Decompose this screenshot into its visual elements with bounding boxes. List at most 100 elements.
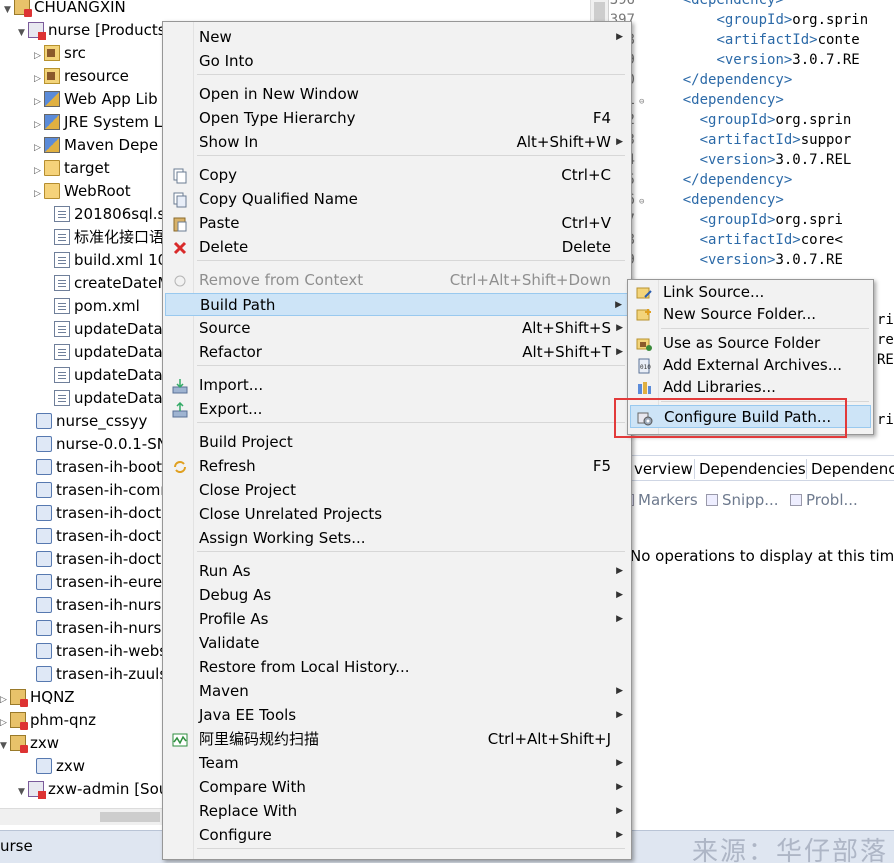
xml-line[interactable]: 397 <groupId>org.sprin	[609, 10, 868, 30]
submenu-item-use-as-source-folder[interactable]: Use as Source Folder	[630, 332, 871, 355]
expanded-arrow-icon[interactable]: ▼	[4, 0, 14, 22]
menu-item-profile-as[interactable]: Profile As ▶	[165, 608, 629, 631]
tree-item[interactable]: trasen-ih-nurse	[26, 617, 171, 640]
menu-item-team[interactable]: Team ▶	[165, 752, 629, 775]
tree-item[interactable]: updateDataB	[44, 341, 173, 364]
view-tab[interactable]: Snipp...	[706, 491, 779, 509]
view-tab[interactable]: Markers	[622, 491, 698, 509]
tree-item[interactable]: zxw	[26, 755, 85, 778]
menu-item-compare-with[interactable]: Compare With ▶	[165, 776, 629, 799]
xml-line[interactable]: 399 <version>3.0.7.RE	[609, 50, 860, 70]
menu-item-go-into[interactable]: Go Into	[165, 50, 629, 73]
tree-item[interactable]: updateDataA	[44, 318, 173, 341]
menu-item-open-in-new-window[interactable]: Open in New Window	[165, 83, 629, 106]
tree-item[interactable]: ▷ JRE System L	[34, 111, 162, 134]
tree-item[interactable]: ▷ phm-qnz	[0, 709, 96, 732]
menu-item-copy[interactable]: Copy Ctrl+C	[165, 164, 629, 187]
xml-line[interactable]: 407 <groupId>org.spri	[609, 210, 843, 230]
tree-item[interactable]: ▼ nurse [Products	[18, 19, 166, 42]
collapsed-arrow-icon[interactable]: ▷	[34, 183, 44, 206]
xml-line[interactable]: 406⊖ <dependency>	[609, 190, 784, 210]
fold-toggle-icon[interactable]: ⊖	[639, 192, 649, 212]
tree-item[interactable]: ▼ CHUANGXIN	[4, 0, 126, 19]
tree-item[interactable]: ▷ WebRoot	[34, 180, 131, 203]
tree-item[interactable]: createDateM	[44, 272, 170, 295]
xml-line[interactable]: 408 <artifactId>core<	[609, 230, 843, 250]
menu-item-replace-with[interactable]: Replace With ▶	[165, 800, 629, 823]
menu-item-paste[interactable]: Paste Ctrl+V	[165, 212, 629, 235]
view-tab[interactable]: Probl...	[790, 491, 858, 509]
submenu-item-add-external-archives[interactable]: 010 Add External Archives...	[630, 354, 871, 377]
menu-item-restore-from-local-history[interactable]: Restore from Local History...	[165, 656, 629, 679]
submenu-item-link-source[interactable]: Link Source...	[630, 281, 871, 304]
menu-item-run-as[interactable]: Run As ▶	[165, 560, 629, 583]
tree-item[interactable]: 201806sql.sq	[44, 203, 175, 226]
menu-item-build-project[interactable]: Build Project	[165, 431, 629, 454]
tree-item[interactable]: ▷ resource	[34, 65, 129, 88]
menu-item-import[interactable]: Import...	[165, 374, 629, 397]
tree-item[interactable]: build.xml 10	[44, 249, 167, 272]
menu-item-assign-working-sets[interactable]: Assign Working Sets...	[165, 527, 629, 550]
xml-line[interactable]: 400 </dependency>	[609, 70, 793, 90]
menu-item-alibaba-coding-scan[interactable]: 阿里编码规约扫描 Ctrl+Alt+Shift+J	[165, 728, 629, 751]
menu-item-configure[interactable]: Configure ▶	[165, 824, 629, 847]
expanded-arrow-icon[interactable]: ▼	[18, 22, 28, 45]
menu-item-refactor[interactable]: Refactor Alt+Shift+T ▶	[165, 341, 629, 364]
menu-item-debug-as[interactable]: Debug As ▶	[165, 584, 629, 607]
tree-item[interactable]: ▷ Maven Depe	[34, 134, 158, 157]
menu-item-close-unrelated-projects[interactable]: Close Unrelated Projects	[165, 503, 629, 526]
tree-item[interactable]: nurse-0.0.1-SN	[26, 433, 168, 456]
scrollbar-thumb[interactable]	[100, 812, 160, 822]
fold-toggle-icon[interactable]: ⊖	[639, 92, 649, 112]
expanded-arrow-icon[interactable]: ▼	[18, 781, 28, 804]
menu-item-source[interactable]: Source Alt+Shift+S ▶	[165, 317, 629, 340]
tree-item[interactable]: trasen-ih-zuulse	[26, 663, 176, 686]
menu-item-open-type-hierarchy[interactable]: Open Type Hierarchy F4	[165, 107, 629, 130]
tree-item[interactable]: trasen-ih-nurse	[26, 594, 171, 617]
xml-line[interactable]: 409 <version>3.0.7.RE	[609, 250, 843, 270]
tree-item[interactable]: 标准化接口语	[44, 226, 164, 249]
tree-item[interactable]: ▼ zxw	[0, 732, 59, 755]
tree-item[interactable]: ▼ zxw-admin [Sou	[18, 778, 168, 801]
menu-item-show-in[interactable]: Show In Alt+Shift+W ▶	[165, 131, 629, 154]
pom-editor-tab[interactable]: verview	[630, 459, 697, 479]
xml-line[interactable]: 398 <artifactId>conte	[609, 30, 860, 50]
expanded-arrow-icon[interactable]: ▼	[0, 735, 10, 758]
submenu-item-new-source-folder[interactable]: New Source Folder...	[630, 303, 871, 326]
tree-item[interactable]: trasen-ih-comm	[26, 479, 175, 502]
xml-line[interactable]: 401⊖ <dependency>	[609, 90, 784, 110]
xml-line[interactable]: 402 <groupId>org.sprin	[609, 110, 852, 130]
pom-editor-tab[interactable]: Dependenc	[806, 459, 894, 479]
menu-item-refresh[interactable]: Refresh F5	[165, 455, 629, 478]
tree-item[interactable]: updateDataB	[44, 387, 173, 410]
menu-item-export[interactable]: Export...	[165, 398, 629, 421]
xml-line[interactable]: 396 <dependency>	[609, 0, 784, 10]
tree-item[interactable]: trasen-ih-docto	[26, 502, 170, 525]
tree-item[interactable]: trasen-ih-docto	[26, 548, 170, 571]
menu-item-copy-qualified-name[interactable]: Copy Qualified Name	[165, 188, 629, 211]
menu-item-build-path[interactable]: Build Path ▶	[165, 293, 629, 316]
tree-item[interactable]: trasen-ih-webs	[26, 640, 167, 663]
menu-item-validate[interactable]: Validate	[165, 632, 629, 655]
tree-item[interactable]: pom.xml	[44, 295, 140, 318]
xml-line[interactable]: 404 <version>3.0.7.REL	[609, 150, 852, 170]
tree-item[interactable]: nurse_cssyy	[26, 410, 147, 433]
tree-item[interactable]: ▷ Web App Lib	[34, 88, 158, 111]
menu-item-delete[interactable]: Delete Delete	[165, 236, 629, 259]
menu-item-maven[interactable]: Maven ▶	[165, 680, 629, 703]
menu-item-close-project[interactable]: Close Project	[165, 479, 629, 502]
xml-line[interactable]: 405 </dependency>	[609, 170, 793, 190]
menu-item-properties[interactable]: Properties Alt+Enter	[165, 857, 629, 859]
tree-item[interactable]: trasen-ih-docto	[26, 525, 170, 548]
submenu-item-add-libraries[interactable]: Add Libraries...	[630, 376, 871, 399]
tree-item[interactable]: ▷ HQNZ	[0, 686, 75, 709]
tree-item[interactable]: trasen-ih-boot	[26, 456, 162, 479]
menu-item-new[interactable]: New ▶	[165, 26, 629, 49]
tree-item[interactable]: updateDataB	[44, 364, 173, 387]
xml-line[interactable]: 403 <artifactId>suppor	[609, 130, 852, 150]
menu-item-java-ee-tools[interactable]: Java EE Tools ▶	[165, 704, 629, 727]
tree-item[interactable]: ▷ src	[34, 42, 86, 65]
tree-item[interactable]: trasen-ih-eurek	[26, 571, 171, 594]
tree-item[interactable]: ▷ target	[34, 157, 110, 180]
pom-editor-tab[interactable]: Dependencies	[694, 459, 810, 479]
